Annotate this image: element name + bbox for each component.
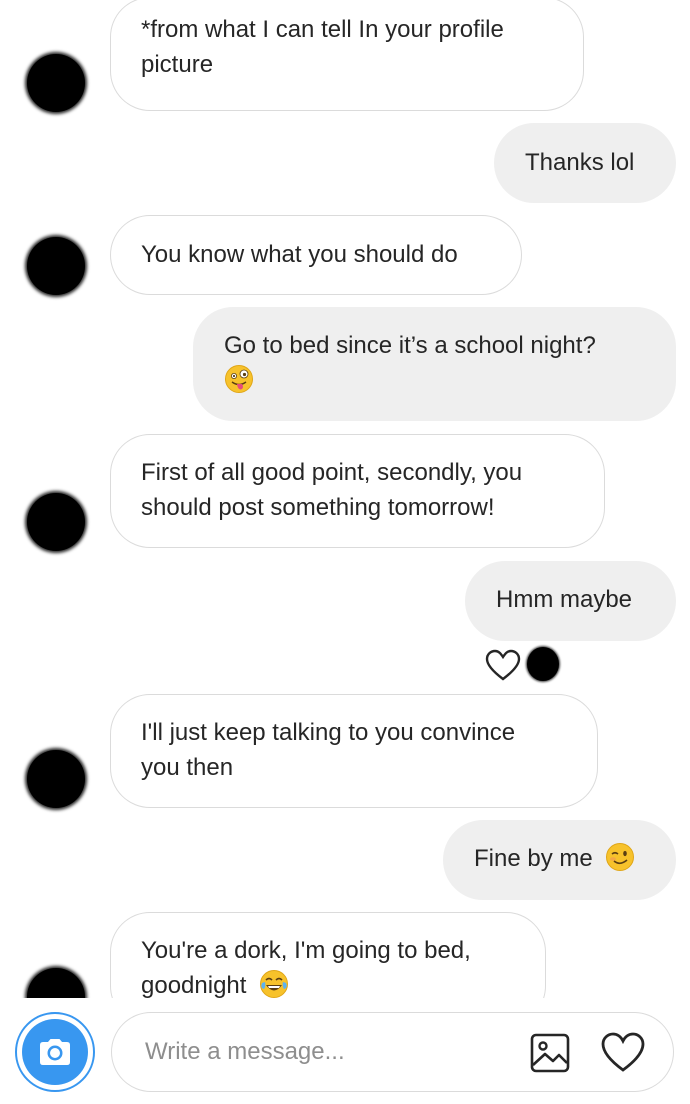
message-text-line: Fine by me bbox=[474, 845, 593, 872]
message-text-line: I'll just keep talking to you convince bbox=[141, 719, 516, 746]
message-text-line: You're a dork, I'm going to bed, bbox=[141, 937, 471, 964]
message-reaction[interactable] bbox=[485, 647, 565, 683]
message-thread[interactable]: *from what I can tell In your profile pi… bbox=[0, 0, 690, 998]
message-text-line: picture bbox=[141, 51, 214, 78]
message-input[interactable] bbox=[145, 1033, 515, 1071]
contact-avatar[interactable] bbox=[27, 750, 85, 808]
message-text-line: you then bbox=[141, 754, 234, 781]
message-composer bbox=[0, 998, 690, 1104]
message-emoji-line bbox=[224, 363, 645, 398]
message-text-line: First of all good point, secondly, you bbox=[141, 459, 523, 486]
outgoing-message[interactable]: Go to bed since it’s a school night? bbox=[193, 307, 676, 421]
heart-icon bbox=[485, 649, 521, 681]
contact-avatar[interactable] bbox=[27, 54, 85, 112]
message-text-line: *from what I can tell In your profile bbox=[141, 16, 504, 43]
camera-icon bbox=[22, 1019, 88, 1085]
contact-avatar[interactable] bbox=[27, 968, 85, 998]
message-text-line: You know what you should do bbox=[141, 241, 458, 268]
outgoing-message[interactable]: Hmm maybe bbox=[465, 561, 676, 641]
reactor-avatar bbox=[527, 647, 559, 681]
message-text-line: should post something tomorrow! bbox=[141, 494, 495, 521]
incoming-message[interactable]: *from what I can tell In your profile pi… bbox=[110, 0, 584, 111]
outgoing-message[interactable]: Fine by me bbox=[443, 820, 676, 900]
message-text-line: goodnight bbox=[141, 968, 515, 998]
message-text-line: Thanks lol bbox=[525, 149, 635, 176]
image-icon bbox=[530, 1033, 570, 1073]
like-button[interactable] bbox=[600, 1031, 646, 1075]
tears-of-joy-emoji bbox=[260, 970, 289, 998]
camera-button[interactable] bbox=[15, 1012, 95, 1092]
incoming-message[interactable]: First of all good point, secondly, you s… bbox=[110, 434, 605, 548]
contact-avatar[interactable] bbox=[27, 237, 85, 295]
gallery-button[interactable] bbox=[529, 1032, 571, 1074]
incoming-message[interactable]: I'll just keep talking to you convince y… bbox=[110, 694, 598, 808]
zany-face-emoji bbox=[225, 365, 253, 393]
incoming-message[interactable]: You're a dork, I'm going to bed, goodnig… bbox=[110, 912, 546, 998]
heart-icon bbox=[601, 1032, 645, 1072]
winking-face-emoji bbox=[606, 843, 635, 871]
incoming-message[interactable]: You know what you should do bbox=[110, 215, 522, 295]
message-text-line: Go to bed since it’s a school night? bbox=[224, 332, 596, 359]
message-text-line: Hmm maybe bbox=[496, 586, 633, 613]
outgoing-message[interactable]: Thanks lol bbox=[494, 123, 676, 203]
contact-avatar[interactable] bbox=[27, 493, 85, 551]
message-input-wrapper[interactable] bbox=[111, 1012, 674, 1092]
